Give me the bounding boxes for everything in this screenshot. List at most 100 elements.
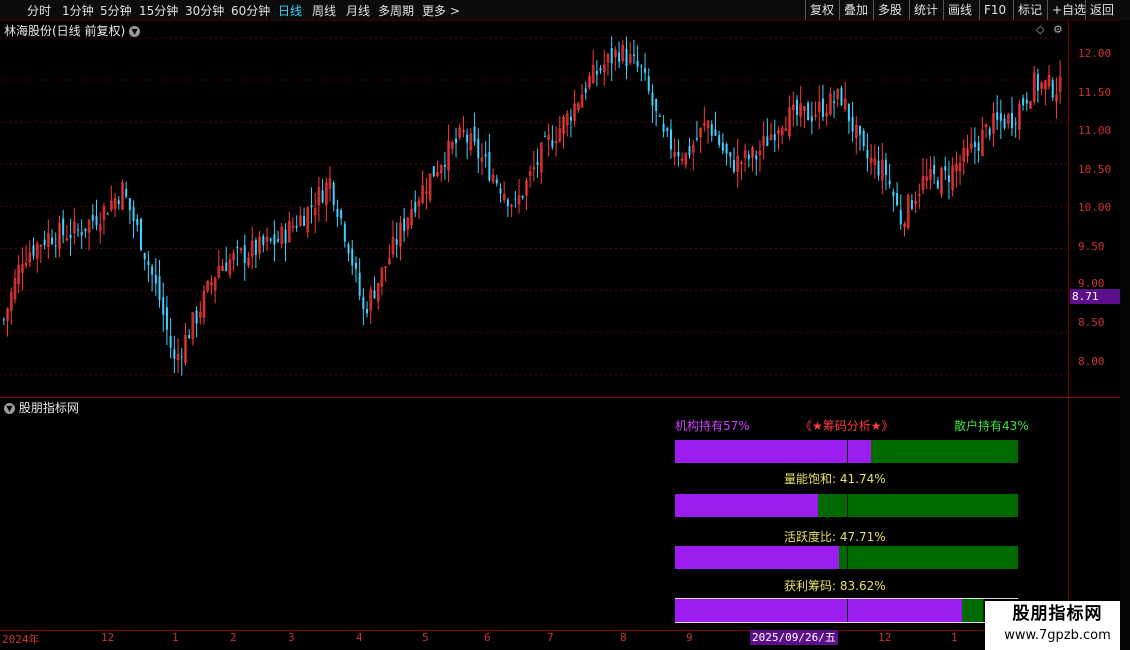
- period-tab-1min[interactable]: 1分钟: [62, 2, 94, 19]
- chevron-down-icon[interactable]: ▼: [129, 26, 141, 37]
- restore-rights-button[interactable]: 复权: [805, 0, 838, 20]
- candle-body: [169, 336, 172, 348]
- candle-body: [303, 216, 306, 227]
- candle-body: [655, 98, 658, 111]
- period-tab-monthly[interactable]: 月线: [346, 2, 370, 19]
- candle-body: [859, 125, 862, 135]
- candle-body: [43, 239, 46, 246]
- candle-body: [688, 146, 691, 156]
- candle-body: [95, 216, 98, 226]
- candle-body: [973, 141, 976, 148]
- candle-body: [1022, 98, 1025, 106]
- candle-body: [358, 272, 361, 296]
- date-axis-label: 1: [951, 631, 958, 644]
- current-price-tag: 8.71: [1070, 289, 1120, 304]
- candle-body: [543, 136, 546, 138]
- candle-body: [569, 116, 572, 121]
- candle-body: [644, 68, 647, 73]
- candle-body: [295, 225, 298, 228]
- period-tab-5min[interactable]: 5分钟: [100, 2, 132, 19]
- candle-body: [343, 223, 346, 242]
- candle-body: [477, 138, 480, 159]
- f10-button[interactable]: F10: [979, 0, 1010, 20]
- statistics-button[interactable]: 统计: [909, 0, 942, 20]
- back-button[interactable]: 返回: [1085, 0, 1118, 20]
- main-chart-title-bar: 林海股份(日线 前复权) ▼: [4, 22, 141, 39]
- y-tick-label: 8.50: [1078, 316, 1105, 329]
- period-tab-15min[interactable]: 15分钟: [139, 2, 178, 19]
- candle-body: [636, 60, 639, 67]
- candle-body: [807, 102, 810, 121]
- candle-body: [732, 160, 735, 172]
- candle-body: [947, 175, 950, 183]
- candle-body: [866, 149, 869, 159]
- candle-body: [506, 199, 509, 206]
- add-watchlist-button[interactable]: +自选: [1047, 0, 1090, 20]
- candle-body: [284, 229, 287, 244]
- date-axis-label: 6: [484, 631, 491, 644]
- candle-body: [773, 133, 776, 141]
- candle-body: [151, 266, 154, 275]
- chevron-down-icon[interactable]: ▼: [4, 403, 15, 414]
- period-tab-more[interactable]: 更多 >: [422, 2, 460, 19]
- candle-body: [892, 191, 895, 197]
- candle-body: [2, 319, 5, 321]
- date-axis-label: 2: [230, 631, 237, 644]
- candle-body: [647, 76, 650, 92]
- candle-body: [162, 296, 165, 315]
- mark-button[interactable]: 标记: [1013, 0, 1046, 20]
- volume-saturation-label: 量能饱和: 41.74%: [784, 472, 886, 486]
- y-tick-label: 8.00: [1078, 355, 1105, 368]
- date-cursor-label: 2025/09/26/五: [750, 630, 838, 645]
- candle-body: [495, 179, 498, 184]
- chart-canvas[interactable]: [0, 21, 1120, 631]
- right-side-panel-edge[interactable]: [1120, 20, 1130, 650]
- overlay-button[interactable]: 叠加: [839, 0, 872, 20]
- candle-body: [1010, 112, 1013, 129]
- candle-body: [132, 206, 135, 222]
- candle-body: [988, 128, 991, 136]
- candle-body: [944, 166, 947, 171]
- candle-body: [977, 142, 980, 151]
- candle-body: [139, 219, 142, 251]
- period-tab-60min[interactable]: 60分钟: [231, 2, 270, 19]
- gear-icon[interactable]: ⚙: [1053, 23, 1063, 36]
- candle-body: [403, 218, 406, 232]
- diamond-icon[interactable]: ◇: [1036, 23, 1044, 36]
- date-axis-label: 5: [422, 631, 429, 644]
- period-tab-weekly[interactable]: 周线: [312, 2, 336, 19]
- candle-body: [725, 144, 728, 154]
- period-tab-multi[interactable]: 多周期: [378, 2, 414, 19]
- period-tab-daily[interactable]: 日线: [278, 2, 302, 19]
- candle-body: [666, 128, 669, 132]
- candle-body: [488, 151, 491, 181]
- candle-body: [888, 180, 891, 185]
- y-tick-label: 10.00: [1078, 201, 1112, 214]
- candle-body: [658, 115, 661, 117]
- date-axis-label: 12: [878, 631, 892, 644]
- candle-body: [340, 210, 343, 219]
- multi-stock-button[interactable]: 多股: [873, 0, 906, 20]
- candle-body: [536, 162, 539, 165]
- candle-body: [651, 92, 654, 106]
- activity-ratio-bar: [675, 546, 1018, 569]
- candle-body: [595, 70, 598, 75]
- candle-body: [443, 164, 446, 167]
- candle-body: [106, 213, 109, 215]
- candle-body: [347, 244, 350, 254]
- draw-line-button[interactable]: 画线: [943, 0, 976, 20]
- candle-body: [273, 234, 276, 245]
- candle-body: [936, 180, 939, 189]
- chart-frame: [0, 21, 1120, 631]
- candle-body: [310, 205, 313, 208]
- candle-body: [62, 218, 65, 236]
- period-tab-30min[interactable]: 30分钟: [185, 2, 224, 19]
- candle-body: [277, 239, 280, 242]
- candle-body: [640, 65, 643, 67]
- period-tab-timeshare[interactable]: 分时: [27, 2, 51, 19]
- candle-body: [173, 349, 176, 359]
- candle-body: [847, 103, 850, 122]
- date-axis-label: 12: [101, 631, 115, 644]
- candle-body: [677, 151, 680, 157]
- candle-body: [336, 208, 339, 217]
